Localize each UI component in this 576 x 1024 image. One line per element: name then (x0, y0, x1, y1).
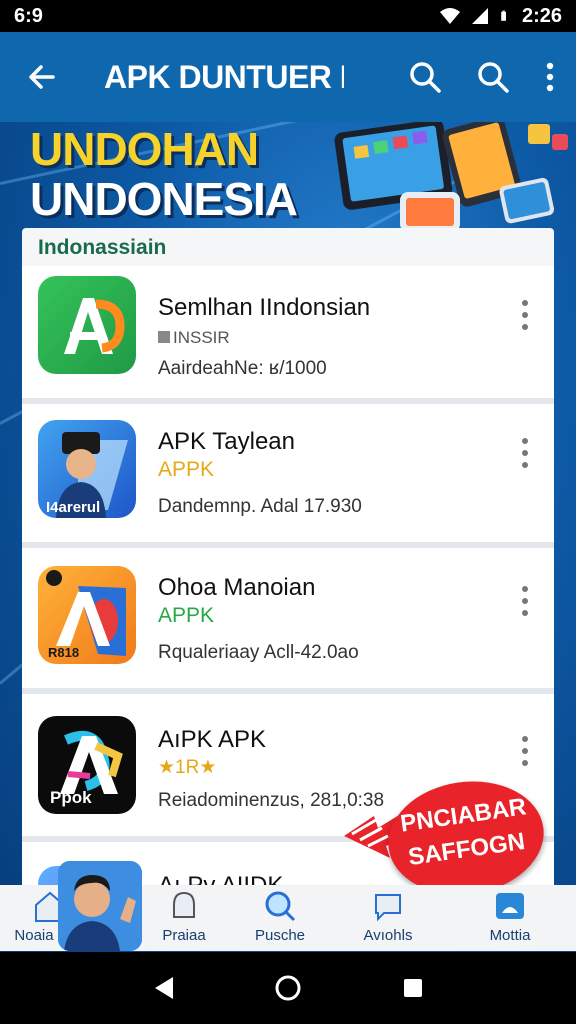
overflow-menu-button[interactable] (538, 54, 562, 100)
back-button[interactable] (10, 45, 74, 109)
status-time-left: 6:9 (14, 4, 43, 27)
app-icon-caption: I4arerul (46, 499, 101, 516)
battery-icon (501, 10, 506, 21)
app-icon-caption: Ppok (50, 788, 92, 807)
app-icon-caption: R818 (48, 645, 80, 660)
nav-item-mottia[interactable]: Mottia (460, 885, 560, 951)
section-title: Indonassiain (38, 236, 167, 259)
status-bar: 6:9 2:26 (0, 0, 576, 32)
app-developer: INSSIR (158, 328, 230, 348)
app-icon: I4arerul (38, 420, 136, 518)
app-title: APK DUNTUER I (104, 58, 344, 95)
app-rating: ★1R★ (158, 757, 217, 778)
system-recents-button[interactable] (393, 968, 433, 1008)
nav-item-search[interactable]: Pusche (230, 885, 330, 951)
list-item[interactable]: Semlhan IIndonsian INSSIR AairdeahNe: ʁ/… (22, 266, 554, 404)
app-developer-label: INSSIR (173, 328, 230, 347)
item-more-button[interactable] (518, 438, 532, 468)
search-icon (478, 62, 509, 93)
app-bar-actions (402, 54, 562, 100)
app-name: AıPK APK (158, 726, 267, 753)
list-item[interactable]: I4arerul APK Taylean APPK Dandemnp. Adal… (22, 404, 554, 548)
app-meta: Dandemnp. Adal 17.930 (158, 496, 362, 517)
triangle-back-icon (154, 977, 173, 999)
app-logo-icon (64, 298, 125, 354)
app-name: Semlhan IIndonsian (158, 294, 371, 321)
nav-item-praiaa[interactable]: Praiaa (134, 885, 234, 951)
arrow-left-icon (29, 65, 55, 89)
hero-title-line1: UNDOHAN (30, 123, 259, 175)
item-more-button[interactable] (518, 586, 532, 616)
app-icon: Ppok (38, 716, 136, 814)
square-recents-icon (404, 979, 423, 997)
nav-label: Avıohls (363, 927, 413, 944)
nav-label: Mottia (489, 927, 531, 944)
bottom-navigation: Noaia Praiaa Pusche Avıohls Mottia (0, 861, 576, 951)
search-icon (410, 62, 441, 93)
app-name: APK Taylean (158, 428, 295, 455)
status-time-right: 2:26 (521, 4, 562, 27)
wifi-icon (439, 8, 460, 24)
app-type: APPK (158, 604, 215, 627)
nav-label: Praiaa (162, 927, 206, 944)
item-more-button[interactable] (518, 736, 532, 766)
app-icon (38, 276, 136, 374)
nav-label: Pusche (254, 927, 306, 944)
status-icons: 2:26 (439, 4, 562, 28)
system-navigation-bar (0, 952, 576, 1024)
app-meta: Rqualeriaay Acll-42.0ao (158, 642, 359, 663)
app-name: Ohoa Manoian (158, 574, 316, 601)
promo-badge[interactable]: PNCIABAR SAFFOGN (344, 771, 552, 905)
signal-icon (471, 8, 488, 24)
search-button-secondary[interactable] (470, 54, 516, 100)
system-back-button[interactable] (143, 968, 183, 1008)
system-home-button[interactable] (268, 968, 308, 1008)
search-icon (265, 891, 296, 922)
devices-illustration (334, 122, 568, 232)
bag-icon (158, 331, 170, 343)
hero-title-line2: UNDONESIA (30, 173, 298, 225)
bell-icon (173, 891, 195, 918)
list-item[interactable]: R818 Ohoa Manoian APPK Rqualeriaay Acll-… (22, 548, 554, 694)
person-avatar-icon (58, 861, 142, 951)
item-more-button[interactable] (518, 300, 532, 330)
profile-icon (496, 893, 524, 919)
nav-item-notifications[interactable]: Avıohls (338, 885, 438, 951)
app-bar: APK DUNTUER I (0, 32, 576, 122)
app-type: APPK (158, 458, 215, 481)
app-icon: R818 (38, 566, 136, 664)
avatar (58, 861, 142, 951)
more-vert-icon (546, 62, 554, 92)
search-button[interactable] (402, 54, 448, 100)
circle-home-icon (275, 975, 301, 1001)
chat-bubble-icon (375, 894, 401, 922)
app-meta: AairdeahNe: ʁ/1000 (158, 358, 327, 379)
